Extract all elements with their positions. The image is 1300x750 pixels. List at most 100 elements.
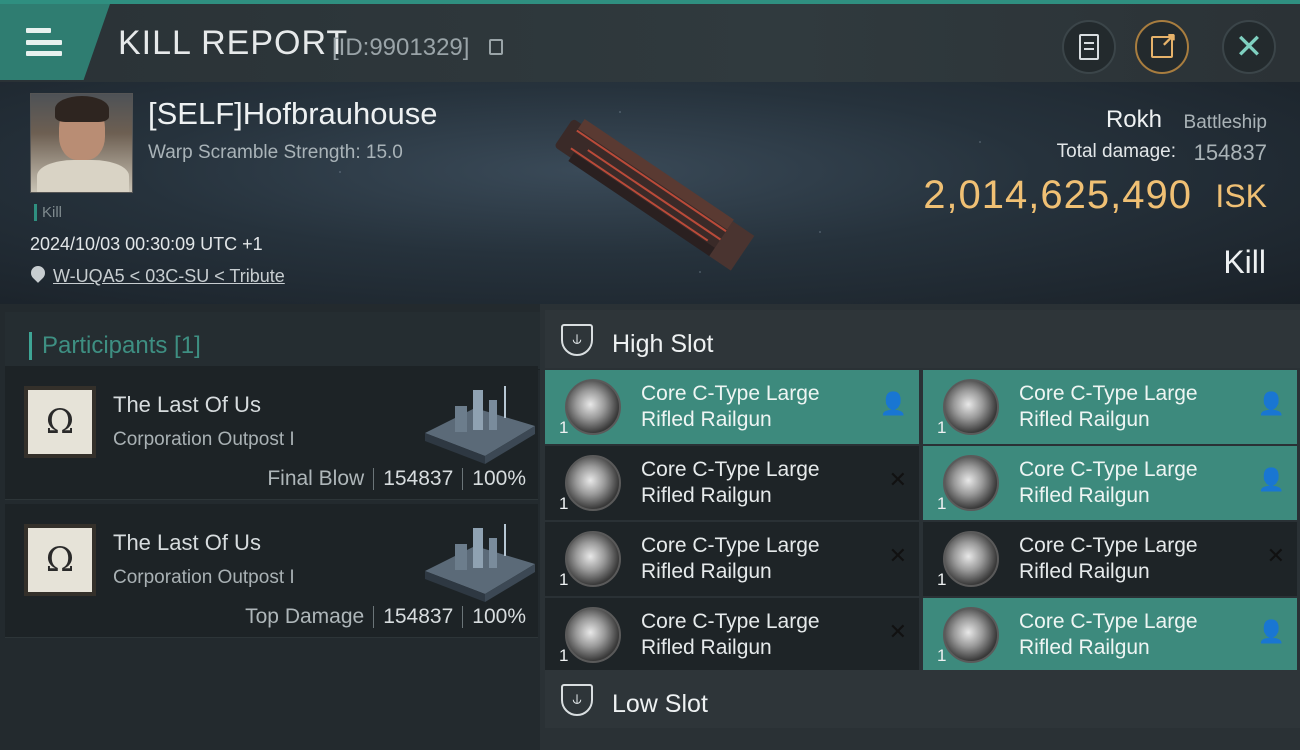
item-name-line1: Core C-Type Large xyxy=(641,610,820,633)
item-name: Core C-Type Large Rifled Railgun xyxy=(641,381,881,433)
participant-structure: Corporation Outpost I xyxy=(113,429,295,450)
high-slot-item[interactable]: 1 Core C-Type Large Rifled Railgun ✕ xyxy=(923,522,1297,596)
warp-scramble-strength: Warp Scramble Strength: 15.0 xyxy=(148,142,403,163)
railgun-module-icon xyxy=(565,607,621,663)
item-name: Core C-Type Large Rifled Railgun xyxy=(1019,457,1259,509)
dropped-person-icon: 👤 xyxy=(879,391,907,416)
menu-icon xyxy=(26,28,62,56)
victim-name[interactable]: [SELF]Hofbrauhouse xyxy=(148,96,438,132)
page-title: KILL REPORT xyxy=(118,24,349,62)
participant-name: The Last Of Us xyxy=(113,392,261,417)
total-damage-label: Total damage: xyxy=(1056,141,1176,162)
item-quantity: 1 xyxy=(937,570,947,589)
corporation-logo: Ω xyxy=(24,386,96,458)
item-name-line1: Core C-Type Large xyxy=(641,458,820,481)
item-name-line2: Rifled Railgun xyxy=(1019,408,1150,431)
corporation-logo: Ω xyxy=(24,524,96,596)
item-name: Core C-Type Large Rifled Railgun xyxy=(641,609,881,661)
ship-class: Battleship xyxy=(1183,112,1267,133)
high-slot-icon: ⫝ xyxy=(561,324,593,356)
participant-role: Final Blow xyxy=(267,467,365,490)
low-slot-icon: ⫝ xyxy=(561,684,593,716)
item-quantity: 1 xyxy=(559,646,569,665)
item-quantity: 1 xyxy=(937,418,947,437)
destroyed-x-icon: ✕ xyxy=(888,467,907,492)
item-quantity: 1 xyxy=(937,494,947,513)
participant-percent: 100% xyxy=(472,467,526,490)
high-slot-item[interactable]: 1 Core C-Type Large Rifled Railgun ✕ xyxy=(545,598,919,672)
item-name: Core C-Type Large Rifled Railgun xyxy=(1019,381,1259,433)
report-button[interactable] xyxy=(1062,20,1116,74)
top-bar: KILL REPORT [ID:9901329] ✕ xyxy=(0,0,1300,82)
participant-structure: Corporation Outpost I xyxy=(113,567,295,588)
low-slot-label: Low Slot xyxy=(612,690,708,718)
report-id: [ID:9901329] xyxy=(332,34,470,61)
item-name: Core C-Type Large Rifled Railgun xyxy=(1019,609,1259,661)
low-slot-header: ⫝ Low Slot xyxy=(545,670,1300,728)
destroyed-x-icon: ✕ xyxy=(1266,543,1285,568)
structure-image xyxy=(425,524,535,602)
victim-panel: [SELF]Hofbrauhouse Warp Scramble Strengt… xyxy=(0,82,1300,304)
kill-tag: Kill xyxy=(34,204,62,221)
close-icon: ✕ xyxy=(1234,28,1264,66)
participants-title: Participants [1] xyxy=(29,332,201,360)
participant-row[interactable]: Ω The Last Of Us Corporation Outpost I T… xyxy=(5,504,538,638)
item-name-line1: Core C-Type Large xyxy=(1019,610,1198,633)
railgun-module-icon xyxy=(565,531,621,587)
copy-icon[interactable] xyxy=(489,39,503,55)
isk-unit: ISK xyxy=(1215,178,1267,214)
share-button[interactable] xyxy=(1135,20,1189,74)
ship-name[interactable]: Rokh xyxy=(1106,106,1162,134)
ship-image[interactable] xyxy=(535,112,765,272)
participant-damage: 154837 xyxy=(383,467,454,490)
item-name: Core C-Type Large Rifled Railgun xyxy=(641,457,881,509)
railgun-module-icon xyxy=(565,455,621,511)
dropped-person-icon: 👤 xyxy=(1257,467,1285,492)
victim-portrait[interactable] xyxy=(30,93,133,193)
dropped-person-icon: 👤 xyxy=(1257,619,1285,644)
destroyed-x-icon: ✕ xyxy=(888,619,907,644)
item-quantity: 1 xyxy=(937,646,947,665)
high-slot-item[interactable]: 1 Core C-Type Large Rifled Railgun 👤 xyxy=(923,370,1297,444)
close-button[interactable]: ✕ xyxy=(1222,20,1276,74)
participant-row[interactable]: Ω The Last Of Us Corporation Outpost I F… xyxy=(5,366,538,500)
railgun-module-icon xyxy=(943,531,999,587)
railgun-module-icon xyxy=(943,379,999,435)
item-quantity: 1 xyxy=(559,570,569,589)
kill-location-link[interactable]: W-UQA5 < 03C-SU < Tribute xyxy=(53,266,285,287)
document-icon xyxy=(1079,34,1099,60)
item-name-line2: Rifled Railgun xyxy=(641,484,772,507)
high-slot-item[interactable]: 1 Core C-Type Large Rifled Railgun 👤 xyxy=(545,370,919,444)
participant-percent: 100% xyxy=(472,605,526,628)
item-name-line1: Core C-Type Large xyxy=(1019,534,1198,557)
item-name-line1: Core C-Type Large xyxy=(1019,382,1198,405)
item-name-line2: Rifled Railgun xyxy=(1019,560,1150,583)
high-slot-item[interactable]: 1 Core C-Type Large Rifled Railgun 👤 xyxy=(923,446,1297,520)
high-slot-item[interactable]: 1 Core C-Type Large Rifled Railgun 👤 xyxy=(923,598,1297,672)
item-quantity: 1 xyxy=(559,418,569,437)
item-name-line2: Rifled Railgun xyxy=(641,636,772,659)
railgun-module-icon xyxy=(943,455,999,511)
high-slot-item[interactable]: 1 Core C-Type Large Rifled Railgun ✕ xyxy=(545,446,919,520)
participants-header: Participants [1] xyxy=(5,312,540,370)
high-slot-item[interactable]: 1 Core C-Type Large Rifled Railgun ✕ xyxy=(545,522,919,596)
participant-role: Top Damage xyxy=(245,605,365,628)
item-name-line2: Rifled Railgun xyxy=(1019,484,1150,507)
participant-name: The Last Of Us xyxy=(113,530,261,555)
item-quantity: 1 xyxy=(559,494,569,513)
total-damage-value: 154837 xyxy=(1193,140,1267,165)
high-slot-label: High Slot xyxy=(612,330,714,358)
participant-damage: 154837 xyxy=(383,605,454,628)
participant-stats: Top Damage 154837 100% xyxy=(245,605,526,629)
participant-stats: Final Blow 154837 100% xyxy=(267,467,526,491)
railgun-module-icon xyxy=(565,379,621,435)
item-name-line2: Rifled Railgun xyxy=(641,560,772,583)
item-name: Core C-Type Large Rifled Railgun xyxy=(641,533,881,585)
kill-datetime: 2024/10/03 00:30:09 UTC +1 xyxy=(30,234,263,254)
menu-button[interactable] xyxy=(0,4,110,80)
item-name-line1: Core C-Type Large xyxy=(641,382,820,405)
item-name-line1: Core C-Type Large xyxy=(641,534,820,557)
railgun-module-icon xyxy=(943,607,999,663)
dropped-person-icon: 👤 xyxy=(1257,391,1285,416)
participants-panel: Participants [1] Ω The Last Of Us Corpor… xyxy=(0,304,540,750)
